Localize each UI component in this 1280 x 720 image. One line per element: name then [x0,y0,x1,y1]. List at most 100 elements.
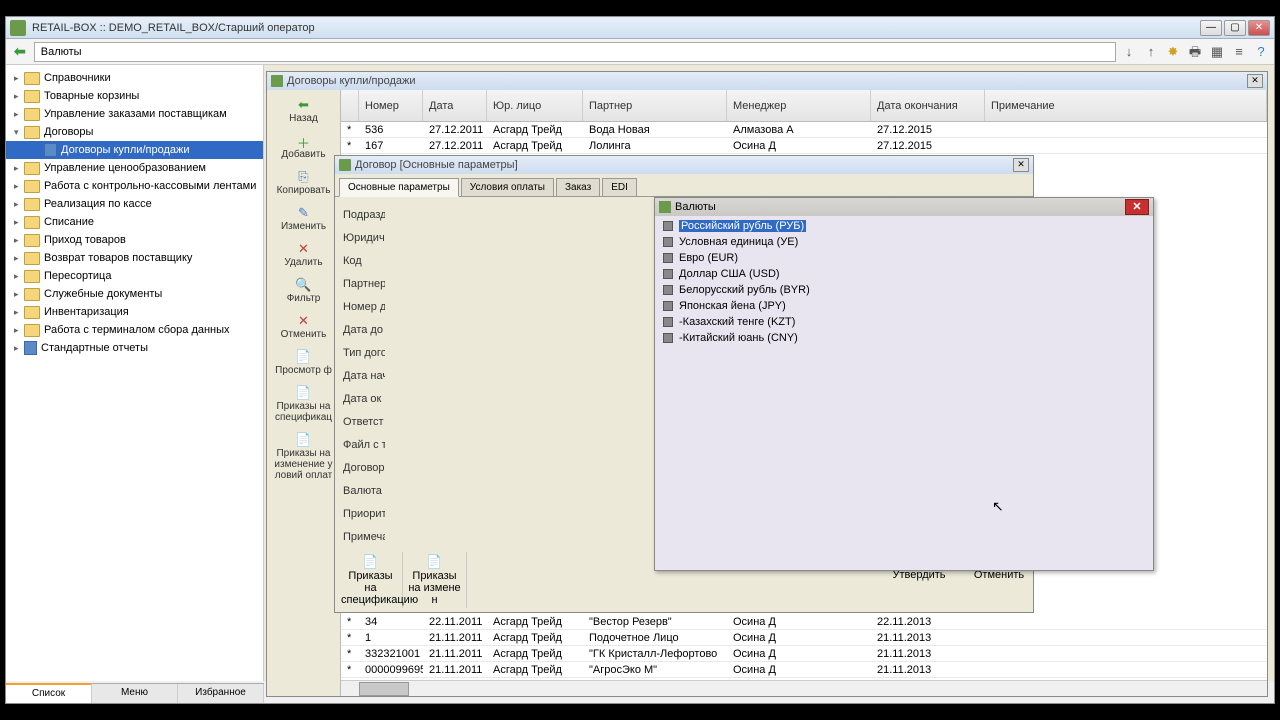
layout-icon[interactable]: ▦ [1208,43,1226,61]
column-header[interactable]: Юр. лицо [487,90,583,121]
toolbar-button[interactable]: 📄Просмотр ф [269,346,338,382]
contract-form-tabs: Основные параметрыУсловия оплатыЗаказEDI [335,174,1033,197]
form-label: Дата ок [341,393,385,405]
close-button[interactable]: ✕ [1248,20,1270,36]
up-arrow-icon[interactable]: ↑ [1142,43,1160,61]
tree-item[interactable]: ▸Управление заказами поставщикам [6,105,263,123]
table-row[interactable]: *000009969521.11.2011Асгард Трейд"АгросЭ… [341,662,1267,678]
checkbox-icon [663,285,673,295]
column-header[interactable]: Номер [359,90,423,121]
tree-item[interactable]: ▸Стандартные отчеты [6,339,263,357]
column-header[interactable]: Примечание [985,90,1267,121]
folder-icon [24,72,40,85]
app-icon [10,20,26,36]
currency-item[interactable]: Доллар США (USD) [657,266,1151,282]
print-icon[interactable]: 🖶 [1186,43,1204,61]
toolbar-button[interactable]: ✎Изменить [269,202,338,238]
currency-item[interactable]: Евро (EUR) [657,250,1151,266]
form-label: Юридич [341,232,385,244]
tree-label: Работа с терминалом сбора данных [44,324,230,336]
table-row[interactable]: *121.11.2011Асгард ТрейдПодочетное ЛицоО… [341,630,1267,646]
currency-list: Российский рубль (РУБ)Условная единица (… [655,216,1153,570]
currency-item[interactable]: Российский рубль (РУБ) [657,218,1151,234]
tree-item[interactable]: Договоры купли/продажи [6,141,263,159]
currency-item[interactable]: Японская йена (JPY) [657,298,1151,314]
table-row[interactable]: *33232100121.11.2011Асгард Трейд"ГК Крис… [341,646,1267,662]
footer-tab[interactable]: Меню [92,684,178,703]
tree-label: Возврат товаров поставщику [44,252,192,264]
form-label: Тип дого [341,347,385,359]
tree-item[interactable]: ▸Работа с терминалом сбора данных [6,321,263,339]
address-input[interactable] [34,42,1116,62]
back-arrow-icon[interactable]: ⬅ [10,43,30,60]
maximize-button[interactable]: ▢ [1224,20,1246,36]
tree-label: Стандартные отчеты [41,342,148,354]
toolbar-button[interactable]: ✕Удалить [269,238,338,274]
toolbar-button[interactable]: 📄Приказы на изменение у ловий оплат [269,429,338,487]
tree-item[interactable]: ▸Работа с контрольно-кассовыми лентами [6,177,263,195]
doc-icon [44,143,57,157]
contracts-toolbar: ⬅Назад＋Добавить⎘Копировать✎Изменить✕Удал… [267,90,341,696]
tree-label: Управление заказами поставщикам [44,108,227,120]
toolbar-button[interactable]: ⎘Копировать [269,166,338,202]
form-tab[interactable]: Заказ [556,178,600,196]
tree-item[interactable]: ▸Списание [6,213,263,231]
tree-item[interactable]: ▸Пересортица [6,267,263,285]
gear-icon[interactable]: ✸ [1164,43,1182,61]
form-label: Партнер [341,278,385,290]
column-header[interactable]: Партнер [583,90,727,121]
form-tab[interactable]: EDI [602,178,637,196]
form-tab[interactable]: Условия оплаты [461,178,554,196]
footer-tabs: СписокМенюИзбранное [6,683,264,703]
main-area: ▸Справочники▸Товарные корзины▸Управление… [6,65,1274,681]
toolbar-button[interactable]: 🔍Фильтр [269,274,338,310]
currency-item[interactable]: -Казахский тенге (KZT) [657,314,1151,330]
tree-item[interactable]: ▸Приход товаров [6,231,263,249]
tree-item[interactable]: ▸Товарные корзины [6,87,263,105]
form-label: Ответст [341,416,385,428]
table-row[interactable]: *53627.12.2011Асгард ТрейдВода НоваяАлма… [341,122,1267,138]
toolbar-button[interactable]: ✕Отменить [269,310,338,346]
tree-label: Договоры купли/продажи [61,144,190,156]
tree-item[interactable]: ▸Возврат товаров поставщику [6,249,263,267]
checkbox-icon [663,301,673,311]
minimize-button[interactable]: — [1200,20,1222,36]
toolbar-button[interactable]: ⬅Назад [269,94,338,130]
column-header[interactable]: Дата окончания [871,90,985,121]
tree-label: Инвентаризация [44,306,129,318]
table-row[interactable]: *3422.11.2011Асгард Трейд"Вестор Резерв"… [341,614,1267,630]
tree-item[interactable]: ▸Управление ценообразованием [6,159,263,177]
tree-item[interactable]: ▸Инвентаризация [6,303,263,321]
form-label: Примеча [341,531,385,543]
tree-item[interactable]: ▾Договоры [6,123,263,141]
help-icon[interactable]: ? [1252,43,1270,61]
column-header[interactable]: Дата [423,90,487,121]
toolbar-button[interactable]: ＋Добавить [269,130,338,166]
contracts-close-button[interactable]: ✕ [1247,74,1263,88]
tree-item[interactable]: ▸Служебные документы [6,285,263,303]
app-window: RETAIL-BOX :: DEMO_RETAIL_BOX/Старший оп… [5,16,1275,704]
currency-item[interactable]: -Китайский юань (CNY) [657,330,1151,346]
currency-item[interactable]: Белорусский рубль (BYR) [657,282,1151,298]
contract-form-close-button[interactable]: ✕ [1013,158,1029,172]
footer-tab[interactable]: Список [6,683,92,703]
form-bottom-button[interactable]: 📄Приказы на измене н [403,552,467,608]
column-header[interactable] [341,90,359,121]
form-bottom-button[interactable]: 📄Приказы на спецификацию [339,552,403,608]
horizontal-scrollbar[interactable] [341,680,1267,696]
contracts-title: Договоры купли/продажи [287,75,1247,87]
currency-close-button[interactable]: ✕ [1125,199,1149,215]
form-tab[interactable]: Основные параметры [339,178,459,197]
tree-item[interactable]: ▸Реализация по кассе [6,195,263,213]
down-arrow-icon[interactable]: ↓ [1120,43,1138,61]
folder-icon [24,270,40,283]
bars-icon[interactable]: ≡ [1230,43,1248,61]
folder-icon [24,234,40,247]
table-row[interactable]: *16727.12.2011Асгард ТрейдЛолингаОсина Д… [341,138,1267,154]
column-header[interactable]: Менеджер [727,90,871,121]
folder-icon [24,108,40,121]
toolbar-button[interactable]: 📄Приказы на спецификац [269,382,338,429]
tree-item[interactable]: ▸Справочники [6,69,263,87]
footer-tab[interactable]: Избранное [178,684,264,703]
currency-item[interactable]: Условная единица (УЕ) [657,234,1151,250]
